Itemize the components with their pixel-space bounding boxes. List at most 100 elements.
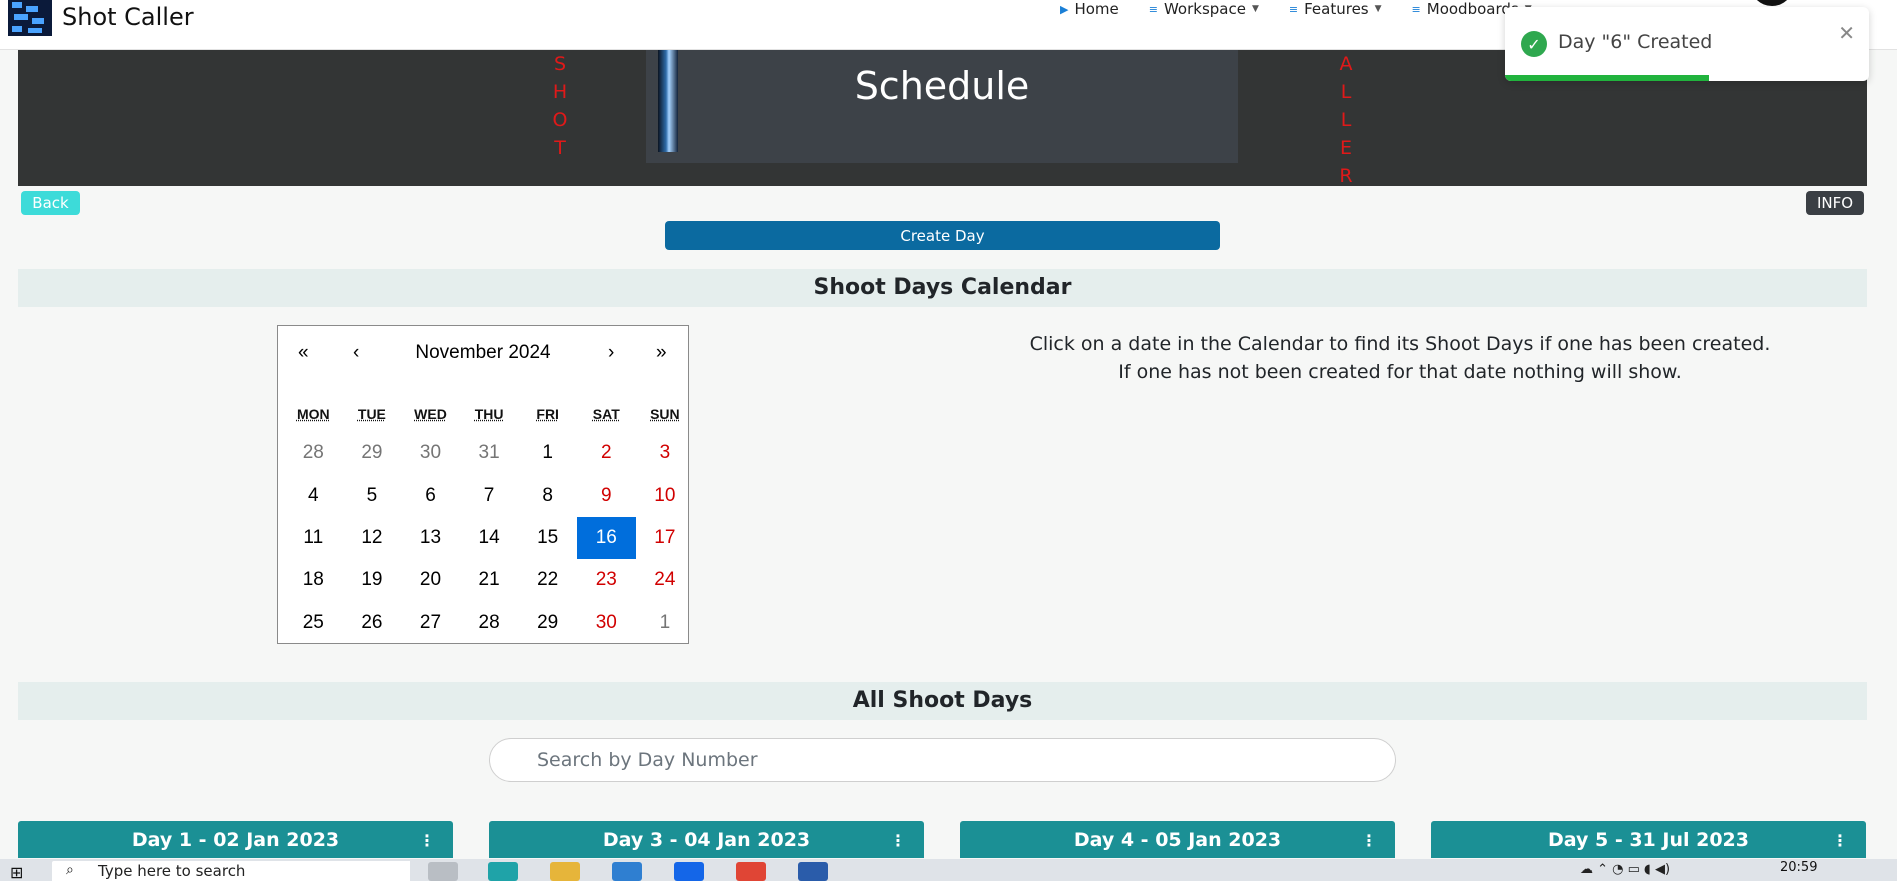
calendar-day[interactable]: 6 bbox=[401, 474, 460, 516]
calendar-day[interactable]: 29 bbox=[518, 602, 577, 644]
calendar-day[interactable]: 20 bbox=[401, 559, 460, 601]
edge-icon[interactable] bbox=[488, 862, 518, 881]
calendar-day[interactable]: 11 bbox=[284, 517, 343, 559]
calendar-day[interactable]: 3 bbox=[636, 432, 695, 474]
nav-workspace[interactable]: ≡ Workspace ▼ bbox=[1149, 0, 1259, 18]
calendar-day[interactable]: 1 bbox=[518, 432, 577, 474]
prev-year-button[interactable]: « bbox=[298, 342, 309, 364]
page-title: Schedule bbox=[854, 64, 1030, 108]
calendar-day[interactable]: 19 bbox=[343, 559, 402, 601]
task-view-icon[interactable] bbox=[428, 862, 458, 881]
vertical-letter: L bbox=[1340, 81, 1352, 103]
calendar-day[interactable]: 30 bbox=[401, 432, 460, 474]
weekday-header: THU bbox=[474, 406, 504, 422]
calendar-day[interactable]: 27 bbox=[401, 602, 460, 644]
system-tray[interactable]: ☁ ⌃ ◔ ▭ ◖ ◀) bbox=[1580, 862, 1670, 877]
vertical-word-shot: S H O T bbox=[550, 50, 570, 162]
day-card-title: Day 4 - 05 Jan 2023 bbox=[1073, 828, 1282, 851]
shoot-days-calendar: November 2024 « ‹ › » MON TUE WED THU FRI SAT… bbox=[277, 325, 689, 644]
app-icon[interactable] bbox=[674, 862, 704, 881]
kebab-menu-icon[interactable]: ⋮ bbox=[1832, 831, 1848, 850]
calendar-day[interactable]: 18 bbox=[284, 559, 343, 601]
kebab-menu-icon[interactable]: ⋮ bbox=[419, 831, 435, 850]
nav-features-label: Features bbox=[1304, 0, 1369, 18]
kebab-menu-icon[interactable]: ⋮ bbox=[1361, 831, 1377, 850]
calendar-day[interactable]: 7 bbox=[460, 474, 519, 516]
brand[interactable]: Shot Caller bbox=[8, 0, 194, 36]
calendar-day[interactable]: 9 bbox=[577, 474, 636, 516]
create-day-button[interactable]: Create Day bbox=[665, 221, 1220, 250]
help-line-2: If one has not been created for that dat… bbox=[1118, 361, 1682, 383]
day-card[interactable]: Day 3 - 04 Jan 2023 ⋮ bbox=[489, 821, 924, 858]
prev-month-button[interactable]: ‹ bbox=[353, 342, 359, 364]
nav-home[interactable]: ▶ Home bbox=[1060, 0, 1119, 18]
avatar[interactable] bbox=[1750, 0, 1794, 6]
caret-down-icon: ▼ bbox=[1374, 4, 1382, 14]
info-button[interactable]: INFO bbox=[1806, 191, 1864, 215]
day-card[interactable]: Day 5 - 31 Jul 2023 ⋮ bbox=[1431, 821, 1866, 858]
calendar-day[interactable]: 8 bbox=[518, 474, 577, 516]
calendar-day[interactable]: 28 bbox=[460, 602, 519, 644]
nav-home-label: Home bbox=[1074, 0, 1119, 18]
calendar-day[interactable]: 29 bbox=[343, 432, 402, 474]
os-taskbar: ⊞ ⌕ Type here to search ☁ ⌃ ◔ ▭ ◖ ◀) 20:… bbox=[0, 859, 1897, 881]
calendar-section-title: Shoot Days Calendar bbox=[18, 269, 1867, 307]
day-card-title: Day 1 - 02 Jan 2023 bbox=[131, 828, 340, 851]
calendar-day[interactable]: 12 bbox=[343, 517, 402, 559]
back-button[interactable]: Back bbox=[21, 191, 80, 215]
kebab-menu-icon[interactable]: ⋮ bbox=[890, 831, 906, 850]
close-icon[interactable]: ✕ bbox=[1838, 21, 1855, 45]
outlook-icon[interactable] bbox=[612, 862, 642, 881]
word-icon[interactable] bbox=[798, 862, 828, 881]
toast-message: Day "6" Created bbox=[1558, 31, 1713, 53]
day-card[interactable]: Day 4 - 05 Jan 2023 ⋮ bbox=[960, 821, 1395, 858]
calendar-day[interactable]: 10 bbox=[636, 474, 695, 516]
toast-progress-bar bbox=[1505, 75, 1709, 81]
taskbar-search-text: Type here to search bbox=[98, 862, 246, 880]
windows-start-icon[interactable]: ⊞ bbox=[10, 863, 23, 881]
calendar-day[interactable]: 22 bbox=[518, 559, 577, 601]
all-days-section-title: All Shoot Days bbox=[18, 682, 1867, 720]
calendar-day[interactable]: 15 bbox=[518, 517, 577, 559]
calendar-navigation: November 2024 « ‹ › » bbox=[278, 342, 688, 372]
calendar-day[interactable]: 5 bbox=[343, 474, 402, 516]
calendar-day[interactable]: 4 bbox=[284, 474, 343, 516]
calendar-day[interactable]: 25 bbox=[284, 602, 343, 644]
calendar-day[interactable]: 28 bbox=[284, 432, 343, 474]
calendar-month-label[interactable]: November 2024 bbox=[278, 342, 688, 364]
calendar-day[interactable]: 17 bbox=[636, 517, 695, 559]
weekday-header: SUN bbox=[650, 406, 680, 422]
chrome-icon[interactable] bbox=[736, 862, 766, 881]
calendar-day[interactable]: 24 bbox=[636, 559, 695, 601]
weekday-header: FRI bbox=[536, 406, 559, 422]
next-year-button[interactable]: » bbox=[656, 342, 667, 364]
taskbar-search[interactable]: ⌕ Type here to search bbox=[52, 861, 410, 881]
calendar-day-selected[interactable]: 16 bbox=[576, 516, 636, 560]
file-explorer-icon[interactable] bbox=[550, 862, 580, 881]
calendar-day[interactable]: 26 bbox=[343, 602, 402, 644]
vertical-letter: A bbox=[1339, 53, 1353, 75]
day-card[interactable]: Day 1 - 02 Jan 2023 ⋮ bbox=[18, 821, 453, 858]
calendar-day[interactable]: 21 bbox=[460, 559, 519, 601]
nav-features[interactable]: ≡ Features ▼ bbox=[1289, 0, 1382, 18]
calendar-day[interactable]: 23 bbox=[577, 559, 636, 601]
hero-panel: Schedule bbox=[646, 50, 1238, 163]
calendar-day[interactable]: 1 bbox=[636, 602, 695, 644]
app-name: Shot Caller bbox=[62, 3, 194, 31]
calendar-day[interactable]: 14 bbox=[460, 517, 519, 559]
next-month-button[interactable]: › bbox=[608, 342, 614, 364]
calendar-day[interactable]: 30 bbox=[577, 602, 636, 644]
calendar-days-grid: 28 29 30 31 1 2 3 4 5 6 7 8 9 10 11 12 13 14 15 16 17 18 19 20 2… bbox=[284, 432, 694, 644]
nav-links: ▶ Home ≡ Workspace ▼ ≡ Features ▼ ≡ Mood… bbox=[1060, 0, 1532, 18]
calendar-day[interactable]: 31 bbox=[460, 432, 519, 474]
check-circle-icon: ✓ bbox=[1521, 31, 1547, 57]
vertical-word-caller: A L L E R bbox=[1336, 50, 1356, 190]
vertical-letter: T bbox=[554, 137, 566, 159]
search-input[interactable] bbox=[489, 738, 1396, 782]
help-line-1: Click on a date in the Calendar to find … bbox=[1029, 333, 1771, 355]
vertical-letter: S bbox=[553, 53, 567, 75]
calendar-day[interactable]: 13 bbox=[401, 517, 460, 559]
calendar-day[interactable]: 2 bbox=[577, 432, 636, 474]
caret-down-icon: ▼ bbox=[1251, 4, 1259, 14]
vertical-letter: O bbox=[552, 109, 568, 131]
